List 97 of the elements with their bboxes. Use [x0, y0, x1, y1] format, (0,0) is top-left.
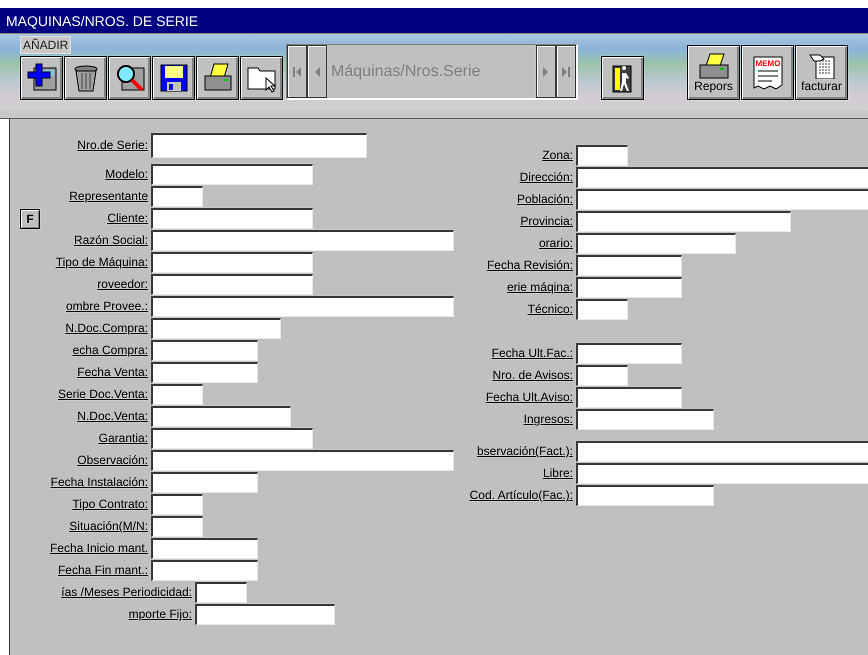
field-label: Fecha Inicio mant.	[50, 541, 148, 555]
field-label: N.Doc.Compra:	[65, 321, 148, 335]
field-label: erie máqina:	[506, 280, 573, 294]
last-record-button[interactable]	[556, 45, 576, 98]
field-label: Ingresos:	[524, 412, 573, 426]
input-field[interactable]	[576, 386, 682, 408]
input-field[interactable]	[576, 210, 791, 232]
window-title: MAQUINAS/NROS. DE SERIE	[6, 12, 198, 28]
last-icon	[562, 66, 570, 78]
field-label: Fecha Ult.Aviso:	[486, 390, 573, 404]
field-label: roveedor:	[97, 277, 148, 291]
input-field[interactable]	[151, 428, 313, 448]
input-field[interactable]	[151, 384, 203, 404]
field-label: Tipo Contrato:	[72, 497, 148, 511]
field-label: Zona:	[542, 148, 573, 162]
input-field[interactable]	[576, 144, 628, 166]
field-label: Libre:	[542, 466, 573, 480]
field-label: Provincia:	[520, 214, 573, 228]
input-field[interactable]	[151, 164, 313, 184]
input-field[interactable]	[151, 318, 281, 338]
input-field[interactable]	[151, 516, 203, 536]
invoice-button[interactable]: facturar	[795, 45, 848, 100]
field-label: Fecha Revisión:	[486, 258, 573, 272]
input-field[interactable]	[576, 484, 714, 506]
input-field[interactable]	[151, 230, 454, 250]
input-field[interactable]	[151, 186, 203, 206]
input-field[interactable]	[151, 340, 258, 360]
input-field[interactable]	[151, 472, 258, 492]
delete-button[interactable]	[64, 56, 107, 100]
field-label: Representante	[69, 189, 148, 203]
input-field[interactable]	[195, 604, 335, 624]
field-label: Nro. de Avisos:	[492, 368, 573, 382]
input-field[interactable]	[151, 406, 291, 426]
field-label: Dirección:	[520, 170, 573, 184]
field-label: ías /Meses Periodicidad:	[61, 585, 192, 599]
input-field[interactable]	[195, 582, 247, 602]
field-label: ombre Provee.:	[66, 299, 148, 313]
field-label: Nro.de Serie:	[77, 138, 148, 152]
save-button[interactable]	[152, 56, 195, 100]
input-field[interactable]	[576, 276, 682, 298]
input-field[interactable]	[576, 364, 628, 386]
field-label: Técnico:	[528, 302, 573, 316]
field-label: Fecha Ult.Fac.:	[492, 346, 573, 360]
folder-button[interactable]	[240, 56, 283, 100]
tooltip: AÑADIR	[20, 36, 72, 54]
input-field[interactable]	[576, 342, 682, 364]
field-label: Serie Doc.Venta:	[58, 387, 148, 401]
field-label: Garantia:	[98, 431, 148, 445]
first-record-button[interactable]	[287, 45, 307, 98]
field-label: bservación(Fact.):	[476, 444, 573, 458]
field-label: Razón Social:	[74, 233, 148, 247]
input-field[interactable]	[151, 450, 454, 470]
input-field[interactable]	[576, 440, 868, 462]
next-icon	[543, 66, 549, 78]
input-field[interactable]	[151, 538, 258, 558]
input-field[interactable]	[576, 232, 736, 254]
input-field[interactable]	[576, 166, 868, 188]
first-icon	[293, 66, 301, 78]
previous-icon	[314, 66, 320, 78]
previous-record-button[interactable]	[307, 45, 327, 98]
input-field[interactable]	[576, 298, 628, 320]
add-button[interactable]	[20, 56, 63, 100]
field-label: Cliente:	[107, 211, 148, 225]
input-field[interactable]	[151, 560, 258, 580]
exit-button[interactable]	[601, 56, 644, 100]
next-record-button[interactable]	[536, 45, 556, 98]
input-field[interactable]	[151, 252, 313, 272]
field-label: orario:	[538, 236, 573, 250]
field-label: Tipo de Máquina:	[56, 255, 148, 269]
input-field[interactable]	[576, 188, 868, 210]
input-field[interactable]	[576, 254, 682, 276]
field-label: Modelo:	[105, 167, 148, 181]
field-label: Observación:	[77, 453, 148, 467]
field-label: echa Compra:	[72, 343, 148, 357]
memo-note-icon: MEMO	[750, 54, 784, 90]
input-field[interactable]	[151, 362, 258, 382]
field-label: N.Doc.Venta:	[77, 409, 148, 423]
input-field[interactable]	[151, 296, 454, 316]
input-field[interactable]	[151, 132, 367, 158]
reports-button[interactable]: Repors	[687, 45, 740, 100]
navigator-label: Máquinas/Nros.Serie	[330, 62, 482, 82]
field-label: Situación(M/N:	[69, 519, 148, 533]
search-button[interactable]	[108, 56, 151, 100]
input-field[interactable]	[576, 462, 868, 484]
field-label: Cod. Artículo(Fac.):	[470, 488, 573, 502]
input-field[interactable]	[576, 408, 714, 430]
filter-button[interactable]: F	[20, 209, 40, 229]
input-field[interactable]	[151, 274, 313, 294]
field-label: Fecha Fin mant.:	[58, 563, 148, 577]
field-label: mporte Fijo:	[128, 607, 192, 621]
input-field[interactable]	[151, 208, 313, 228]
memo-button[interactable]: MEMO	[741, 45, 794, 100]
field-label: Fecha Instalación:	[50, 475, 148, 489]
field-label: Población:	[516, 192, 573, 206]
print-button[interactable]	[196, 56, 239, 100]
field-label: Fecha Venta:	[77, 365, 148, 379]
input-field[interactable]	[151, 494, 203, 514]
